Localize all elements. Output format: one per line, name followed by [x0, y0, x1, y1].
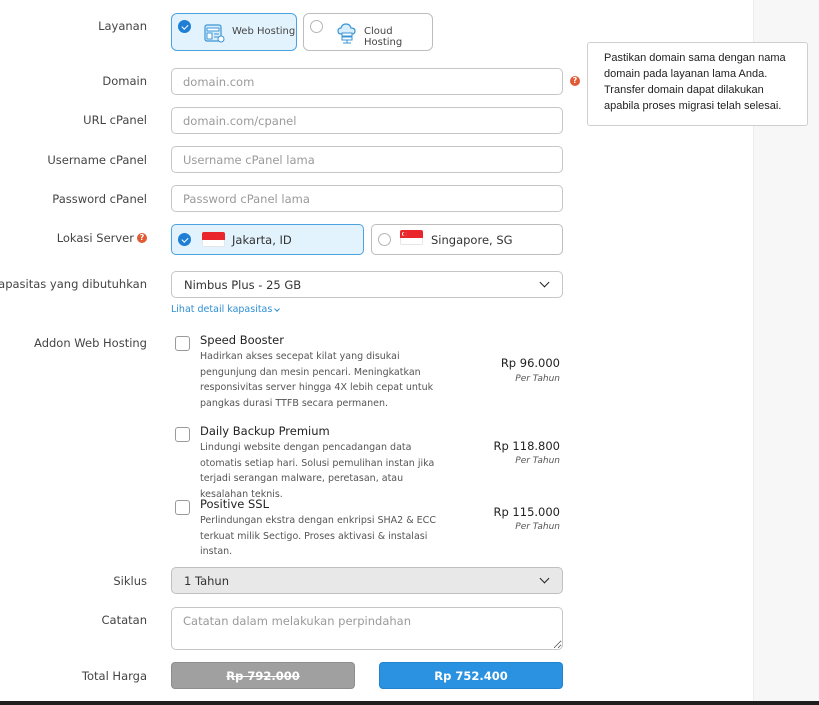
singapore-flag-icon: [400, 230, 423, 245]
layanan-option-label: Cloud Hosting: [364, 26, 403, 48]
chevron-down-icon: [539, 573, 550, 584]
addon-period: Per Tahun: [515, 522, 560, 532]
catatan-textarea[interactable]: [171, 607, 563, 650]
lokasi-option-label: Jakarta, ID: [232, 233, 292, 247]
detail-kapasitas-link[interactable]: Lihat detail kapasitas: [171, 304, 281, 315]
radio-unchecked-icon: [378, 233, 391, 246]
addon-label: Addon Web Hosting: [34, 336, 147, 350]
addon-price: Rp 96.000: [500, 356, 560, 370]
url-cpanel-label: URL cPanel: [83, 113, 147, 127]
addon-description: Hadirkan akses secepat kilat yang disuka…: [200, 351, 434, 409]
addon-item-daily-backup: Daily Backup Premium Lindungi website de…: [171, 424, 563, 500]
radio-unchecked-icon: [310, 20, 323, 33]
kapasitas-label: Kapasitas yang dibutuhkan: [0, 277, 147, 291]
siklus-label: Siklus: [113, 574, 147, 588]
addon-checkbox[interactable]: [175, 336, 190, 351]
siklus-value: 1 Tahun: [184, 573, 230, 588]
chevron-down-icon: [539, 277, 550, 288]
web-hosting-icon: [203, 22, 225, 47]
layanan-option-label: Web Hosting: [232, 26, 296, 37]
password-cpanel-label: Password cPanel: [52, 192, 147, 206]
lokasi-help-icon[interactable]: ?: [137, 233, 147, 243]
indonesia-flag-icon: [202, 232, 225, 247]
lokasi-option-label: Singapore, SG: [431, 233, 513, 247]
addon-title: Daily Backup Premium: [200, 424, 330, 438]
addon-item-speed-booster: Speed Booster Hadirkan akses secepat kil…: [171, 333, 563, 413]
domain-label: Domain: [102, 74, 147, 88]
username-cpanel-input[interactable]: [171, 146, 563, 173]
new-price-button[interactable]: Rp 752.400: [379, 662, 563, 689]
kapasitas-value: Nimbus Plus - 25 GB: [184, 277, 302, 292]
addon-description: Lindungi website dengan pencadangan data…: [200, 442, 435, 500]
layanan-option-web-hosting[interactable]: Web Hosting: [171, 13, 297, 51]
addon-price: Rp 115.000: [493, 505, 560, 519]
lokasi-option-singapore[interactable]: Singapore, SG: [371, 224, 563, 255]
addon-checkbox[interactable]: [175, 427, 190, 442]
addon-checkbox[interactable]: [175, 500, 190, 515]
addon-period: Per Tahun: [515, 456, 560, 466]
domain-help-icon[interactable]: ?: [570, 76, 580, 86]
cloud-hosting-icon: [335, 21, 359, 48]
bottom-bar: [0, 701, 819, 705]
addon-title: Positive SSL: [200, 497, 269, 511]
addon-price: Rp 118.800: [493, 439, 560, 453]
chevron-down-icon: [274, 305, 281, 312]
password-cpanel-input[interactable]: [171, 185, 563, 212]
addon-item-positive-ssl: Positive SSL Perlindungan ekstra dengan …: [171, 497, 563, 557]
username-cpanel-label: Username cPanel: [47, 153, 147, 167]
addon-period: Per Tahun: [515, 374, 560, 384]
kapasitas-select[interactable]: Nimbus Plus - 25 GB: [171, 271, 563, 298]
addon-title: Speed Booster: [200, 333, 284, 347]
radio-checked-icon: [178, 233, 191, 246]
lokasi-server-label: Lokasi Server: [56, 231, 134, 245]
detail-kapasitas-text: Lihat detail kapasitas: [171, 304, 273, 315]
domain-input[interactable]: [171, 68, 563, 95]
addon-description: Perlindungan ekstra dengan enkripsi SHA2…: [200, 515, 436, 557]
catatan-label: Catatan: [101, 613, 147, 627]
old-price-button: Rp 792.000: [171, 662, 355, 689]
total-harga-label: Total Harga: [81, 669, 147, 683]
lokasi-option-jakarta[interactable]: Jakarta, ID: [171, 224, 364, 255]
lokasi-server-label-row: Lokasi Server ?: [57, 231, 147, 245]
layanan-label: Layanan: [98, 19, 147, 33]
domain-tooltip: Pastikan domain sama dengan nama domain …: [587, 42, 808, 126]
url-cpanel-input[interactable]: [171, 107, 563, 134]
radio-checked-icon: [178, 20, 191, 33]
siklus-select[interactable]: 1 Tahun: [171, 567, 563, 594]
layanan-option-cloud-hosting[interactable]: Cloud Hosting: [303, 13, 433, 51]
